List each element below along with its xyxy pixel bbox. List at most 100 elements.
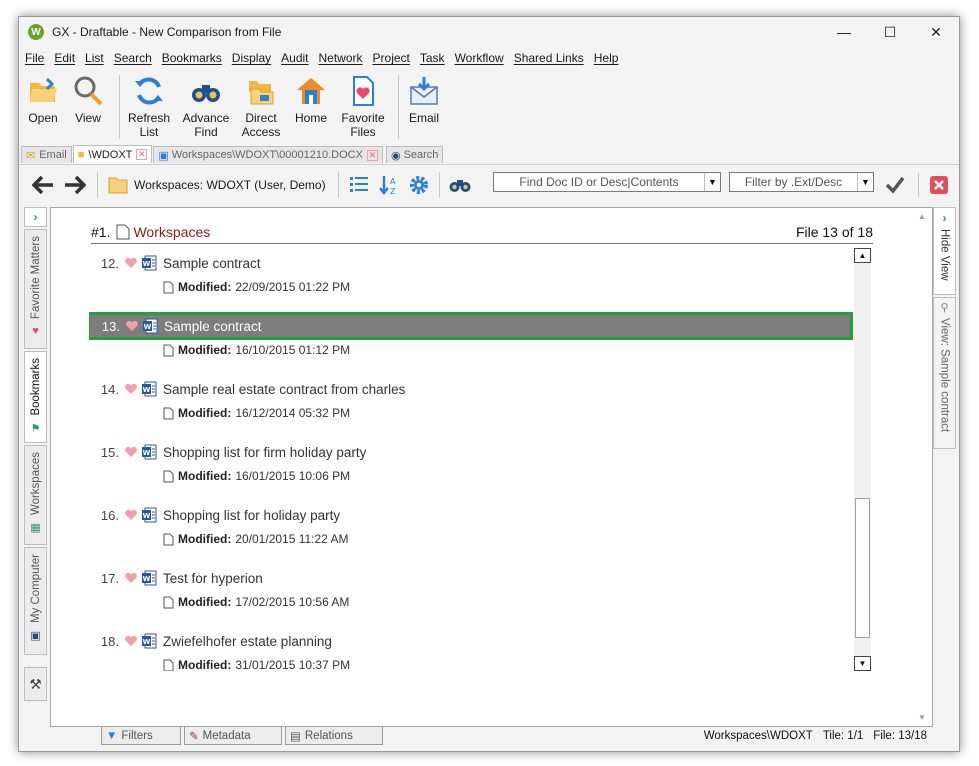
forward-button[interactable] bbox=[63, 173, 87, 197]
tab-document[interactable]: ▣ Workspaces\WDOXT\00001210.DOCX ✕ bbox=[153, 146, 383, 163]
tab-workspaces[interactable]: Workspaces ▦ bbox=[24, 445, 47, 545]
heart-icon[interactable] bbox=[124, 382, 138, 396]
list-item[interactable]: 14. W Sample real estate contract from cha… bbox=[89, 375, 854, 438]
view-button[interactable]: View bbox=[65, 69, 111, 145]
scroll-down-button[interactable]: ▼ bbox=[854, 656, 871, 671]
panel-scroll-up-icon[interactable]: ▲ bbox=[914, 212, 930, 221]
find-button[interactable] bbox=[448, 173, 472, 197]
item-metadata: Modified: 22/09/2015 01:22 PM bbox=[163, 280, 350, 294]
status-bar: Workspaces\WDOXT Tile: 1/1 File: 13/18 bbox=[704, 730, 927, 742]
menu-list[interactable]: List bbox=[85, 51, 104, 65]
tab-my-computer[interactable]: My Computer ▣ bbox=[24, 547, 47, 655]
list-item-title-row[interactable]: 13. W Sample contract bbox=[89, 312, 853, 340]
folders-icon bbox=[249, 81, 274, 105]
heart-icon[interactable] bbox=[124, 571, 138, 585]
favorite-files-button[interactable]: Favorite Files bbox=[334, 69, 392, 145]
home-button[interactable]: Home bbox=[288, 69, 334, 145]
sort-button[interactable]: AZ bbox=[377, 173, 401, 197]
list-item[interactable]: 18. W Zwiefelhofer estate planning Modified… bbox=[89, 627, 854, 671]
tab-favorite-matters[interactable]: Favorite Matters ♥ bbox=[24, 229, 47, 349]
menu-search[interactable]: Search bbox=[114, 51, 152, 65]
menu-shared-links[interactable]: Shared Links bbox=[514, 51, 584, 65]
menu-project[interactable]: Project bbox=[373, 51, 410, 65]
filter-combobox[interactable]: Filter by .Ext/Desc ▼ bbox=[729, 172, 874, 192]
tab-close-icon[interactable]: ✕ bbox=[366, 149, 378, 161]
tab-filters[interactable]: ▼ Filters bbox=[101, 727, 181, 745]
open-button[interactable]: Open bbox=[21, 69, 65, 145]
heart-icon[interactable] bbox=[124, 256, 138, 270]
heart-icon[interactable] bbox=[125, 319, 139, 333]
advance-find-button[interactable]: Advance Find bbox=[178, 69, 234, 145]
menu-network[interactable]: Network bbox=[319, 51, 363, 65]
maximize-button[interactable]: ☐ bbox=[867, 17, 913, 47]
list-item[interactable]: 12. W Sample contract Modified: 22/09/2015 0… bbox=[89, 249, 854, 312]
list-item-title-row[interactable]: 18. W Zwiefelhofer estate planning bbox=[89, 627, 854, 655]
apply-filter-button[interactable] bbox=[883, 173, 907, 197]
email-button[interactable]: Email bbox=[399, 69, 449, 145]
header-title[interactable]: Workspaces bbox=[133, 224, 210, 240]
menu-task[interactable]: Task bbox=[420, 51, 445, 65]
scroll-up-button[interactable]: ▲ bbox=[854, 248, 871, 263]
word-document-icon: W bbox=[143, 318, 158, 334]
menu-file[interactable]: File bbox=[25, 51, 44, 65]
list-item-title-row[interactable]: 12. W Sample contract bbox=[89, 249, 854, 277]
tab-email[interactable]: ✉ Email bbox=[21, 146, 72, 163]
list-view-button[interactable] bbox=[347, 173, 371, 197]
menu-display[interactable]: Display bbox=[232, 51, 271, 65]
tab-metadata[interactable]: ✎ Metadata bbox=[184, 727, 282, 745]
menu-edit[interactable]: Edit bbox=[54, 51, 75, 65]
view-document-tab[interactable]: ⚲ View: Sample contract bbox=[933, 297, 956, 449]
item-title[interactable]: Sample contract bbox=[164, 319, 262, 334]
panel-scrollbar[interactable]: ▲ ▼ bbox=[914, 210, 930, 724]
tools-button[interactable]: ⚒ bbox=[24, 667, 47, 701]
list-item-title-row[interactable]: 14. W Sample real estate contract from cha… bbox=[89, 375, 854, 403]
item-title[interactable]: Sample real estate contract from charles bbox=[163, 382, 405, 397]
document-icon bbox=[163, 659, 174, 671]
tab-wdoxt[interactable]: ■ \WDOXT ✕ bbox=[72, 145, 153, 163]
hide-view-tab[interactable]: › Hide View bbox=[933, 207, 956, 295]
refresh-list-button[interactable]: Refresh List bbox=[120, 69, 178, 145]
title-bar: W GX - Draftable - New Comparison from F… bbox=[19, 17, 959, 47]
heart-icon[interactable] bbox=[124, 508, 138, 522]
heart-icon[interactable] bbox=[124, 445, 138, 459]
item-number: 15. bbox=[100, 444, 119, 460]
list-item-title-row[interactable]: 17. W Test for hyperion bbox=[89, 564, 854, 592]
item-title[interactable]: Shopping list for holiday party bbox=[163, 508, 340, 523]
item-title[interactable]: Test for hyperion bbox=[163, 571, 263, 586]
heart-icon[interactable] bbox=[124, 634, 138, 648]
settings-button[interactable] bbox=[407, 173, 431, 197]
folder-icon: ■ bbox=[77, 148, 85, 161]
menu-audit[interactable]: Audit bbox=[281, 51, 308, 65]
menu-help[interactable]: Help bbox=[594, 51, 619, 65]
tab-close-icon[interactable]: ✕ bbox=[136, 149, 148, 160]
close-view-button[interactable] bbox=[927, 173, 951, 197]
back-button[interactable] bbox=[31, 173, 55, 197]
list-scrollbar[interactable]: ▲ ▼ bbox=[854, 248, 871, 671]
find-doc-combobox[interactable]: Find Doc ID or Desc|Contents ▼ bbox=[493, 172, 721, 192]
item-title[interactable]: Sample contract bbox=[163, 256, 261, 271]
scroll-thumb[interactable] bbox=[855, 498, 870, 638]
direct-access-button[interactable]: Direct Access bbox=[234, 69, 288, 145]
chevron-down-icon[interactable]: ▼ bbox=[857, 173, 873, 191]
list-item[interactable]: 13. W Sample contract Modified: 16/10/2015 0… bbox=[89, 312, 854, 375]
list-item-title-row[interactable]: 16. W Shopping list for holiday party bbox=[89, 501, 854, 529]
menu-bookmarks[interactable]: Bookmarks bbox=[162, 51, 222, 65]
panel-scroll-down-icon[interactable]: ▼ bbox=[914, 713, 930, 722]
location-text: Workspaces: WDOXT (User, Demo) bbox=[134, 177, 326, 192]
tab-relations[interactable]: ▤ Relations bbox=[285, 727, 383, 745]
item-title[interactable]: Zwiefelhofer estate planning bbox=[163, 634, 332, 649]
list-item[interactable]: 16. W Shopping list for holiday party Modif… bbox=[89, 501, 854, 564]
close-button[interactable]: ✕ bbox=[913, 17, 959, 47]
tab-bookmarks[interactable]: Bookmarks ⚑ bbox=[24, 351, 47, 443]
minimize-button[interactable]: — bbox=[821, 17, 867, 47]
list-item[interactable]: 17. W Test for hyperion Modified: 17/02/2015… bbox=[89, 564, 854, 627]
magnifier-icon bbox=[74, 76, 103, 106]
item-title[interactable]: Shopping list for firm holiday party bbox=[163, 445, 366, 460]
location-breadcrumb[interactable]: Workspaces: WDOXT (User, Demo) bbox=[108, 176, 326, 194]
list-item[interactable]: 15. W Shopping list for firm holiday party… bbox=[89, 438, 854, 501]
menu-workflow[interactable]: Workflow bbox=[455, 51, 504, 65]
tab-search[interactable]: ◉ Search bbox=[385, 146, 444, 163]
list-item-title-row[interactable]: 15. W Shopping list for firm holiday party bbox=[89, 438, 854, 466]
chevron-down-icon[interactable]: ▼ bbox=[704, 173, 720, 191]
expand-panel-button[interactable]: › bbox=[24, 207, 47, 227]
